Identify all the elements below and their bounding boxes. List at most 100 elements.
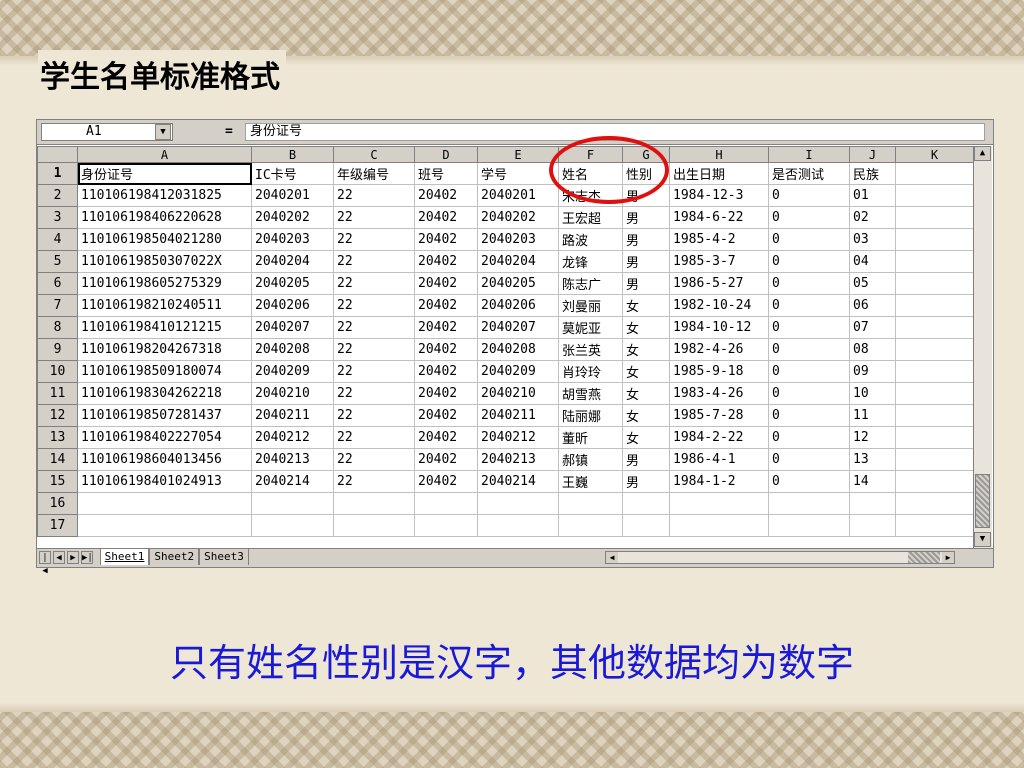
cell-d5[interactable]: 20402	[414, 250, 478, 273]
cell-h13[interactable]: 1984-2-22	[669, 426, 769, 449]
scroll-left-icon[interactable]: ◀	[606, 552, 618, 563]
horizontal-scroll-thumb[interactable]	[908, 552, 940, 563]
cell-a14[interactable]: 110106198604013456	[77, 448, 252, 471]
cell-g11[interactable]: 女	[622, 382, 670, 405]
cell-c17[interactable]	[333, 514, 415, 537]
cell-b5[interactable]: 2040204	[251, 250, 334, 273]
cell-g12[interactable]: 女	[622, 404, 670, 427]
cell-a7[interactable]: 110106198210240511	[77, 294, 252, 317]
cell-i17[interactable]	[768, 514, 850, 537]
row-header[interactable]: 4	[37, 228, 78, 251]
cell-e17[interactable]	[477, 514, 559, 537]
cell-i15[interactable]: 0	[768, 470, 850, 493]
cell-g7[interactable]: 女	[622, 294, 670, 317]
row-header[interactable]: 13	[37, 426, 78, 449]
cell-b15[interactable]: 2040214	[251, 470, 334, 493]
cell-i13[interactable]: 0	[768, 426, 850, 449]
row-header[interactable]: 8	[37, 316, 78, 339]
cell-b7[interactable]: 2040206	[251, 294, 334, 317]
cell-h16[interactable]	[669, 492, 769, 515]
cell-h8[interactable]: 1984-10-12	[669, 316, 769, 339]
cell-e4[interactable]: 2040203	[477, 228, 559, 251]
row-header[interactable]: 5	[37, 250, 78, 273]
row-header[interactable]: 7	[37, 294, 78, 317]
cell-h2[interactable]: 1984-12-3	[669, 184, 769, 207]
cell-f8[interactable]: 莫妮亚	[558, 316, 623, 339]
column-header-j[interactable]: J	[849, 146, 896, 163]
cell-c16[interactable]	[333, 492, 415, 515]
cell-e12[interactable]: 2040211	[477, 404, 559, 427]
cell-j1[interactable]: 民族	[849, 162, 896, 185]
row-header[interactable]: 16	[37, 492, 78, 515]
cell-e16[interactable]	[477, 492, 559, 515]
sheet-tab-3[interactable]: Sheet3	[199, 549, 249, 565]
cell-c1[interactable]: 年级编号	[333, 162, 415, 185]
cell-a6[interactable]: 110106198605275329	[77, 272, 252, 295]
cell-e14[interactable]: 2040213	[477, 448, 559, 471]
cell-k3[interactable]	[895, 206, 974, 229]
cell-i2[interactable]: 0	[768, 184, 850, 207]
cell-f12[interactable]: 陆丽娜	[558, 404, 623, 427]
cell-b12[interactable]: 2040211	[251, 404, 334, 427]
cell-f16[interactable]	[558, 492, 623, 515]
cell-k8[interactable]	[895, 316, 974, 339]
cell-g8[interactable]: 女	[622, 316, 670, 339]
cell-d15[interactable]: 20402	[414, 470, 478, 493]
cell-a1[interactable]: 身份证号	[77, 162, 252, 185]
cell-c13[interactable]: 22	[333, 426, 415, 449]
cell-j11[interactable]: 10	[849, 382, 896, 405]
vertical-scroll-thumb[interactable]	[975, 474, 990, 528]
cell-b16[interactable]	[251, 492, 334, 515]
cell-b14[interactable]: 2040213	[251, 448, 334, 471]
sheet-tab-1[interactable]: Sheet1	[99, 549, 150, 565]
cell-a4[interactable]: 110106198504021280	[77, 228, 252, 251]
cell-c2[interactable]: 22	[333, 184, 415, 207]
first-sheet-icon[interactable]: |◀	[39, 551, 51, 576]
cell-g13[interactable]: 女	[622, 426, 670, 449]
cell-d13[interactable]: 20402	[414, 426, 478, 449]
cell-h12[interactable]: 1985-7-28	[669, 404, 769, 427]
column-header-e[interactable]: E	[477, 146, 559, 163]
cell-b2[interactable]: 2040201	[251, 184, 334, 207]
row-header[interactable]: 10	[37, 360, 78, 383]
row-header[interactable]: 6	[37, 272, 78, 295]
cell-g5[interactable]: 男	[622, 250, 670, 273]
cell-e15[interactable]: 2040214	[477, 470, 559, 493]
name-box-dropdown-icon[interactable]: ▼	[155, 124, 171, 140]
cell-e10[interactable]: 2040209	[477, 360, 559, 383]
cell-d11[interactable]: 20402	[414, 382, 478, 405]
cell-i7[interactable]: 0	[768, 294, 850, 317]
cell-c8[interactable]: 22	[333, 316, 415, 339]
cell-k14[interactable]	[895, 448, 974, 471]
row-header[interactable]: 14	[37, 448, 78, 471]
column-header-k[interactable]: K	[895, 146, 974, 163]
cell-j12[interactable]: 11	[849, 404, 896, 427]
cell-j14[interactable]: 13	[849, 448, 896, 471]
cell-g6[interactable]: 男	[622, 272, 670, 295]
cell-f3[interactable]: 王宏超	[558, 206, 623, 229]
cell-h17[interactable]	[669, 514, 769, 537]
cell-a16[interactable]	[77, 492, 252, 515]
cell-h11[interactable]: 1983-4-26	[669, 382, 769, 405]
cell-i16[interactable]	[768, 492, 850, 515]
cell-j6[interactable]: 05	[849, 272, 896, 295]
cell-j3[interactable]: 02	[849, 206, 896, 229]
cell-k17[interactable]	[895, 514, 974, 537]
cell-i14[interactable]: 0	[768, 448, 850, 471]
cell-d9[interactable]: 20402	[414, 338, 478, 361]
prev-sheet-icon[interactable]: ◀	[53, 551, 65, 564]
cell-c14[interactable]: 22	[333, 448, 415, 471]
cell-c7[interactable]: 22	[333, 294, 415, 317]
cell-k7[interactable]	[895, 294, 974, 317]
row-header[interactable]: 17	[37, 514, 78, 537]
row-header[interactable]: 1	[37, 162, 78, 185]
cell-c3[interactable]: 22	[333, 206, 415, 229]
cell-k11[interactable]	[895, 382, 974, 405]
cell-h7[interactable]: 1982-10-24	[669, 294, 769, 317]
cell-e9[interactable]: 2040208	[477, 338, 559, 361]
cell-i3[interactable]: 0	[768, 206, 850, 229]
vertical-scrollbar[interactable]: ▲ ▼	[973, 146, 992, 548]
cell-b4[interactable]: 2040203	[251, 228, 334, 251]
cell-c6[interactable]: 22	[333, 272, 415, 295]
cell-d10[interactable]: 20402	[414, 360, 478, 383]
